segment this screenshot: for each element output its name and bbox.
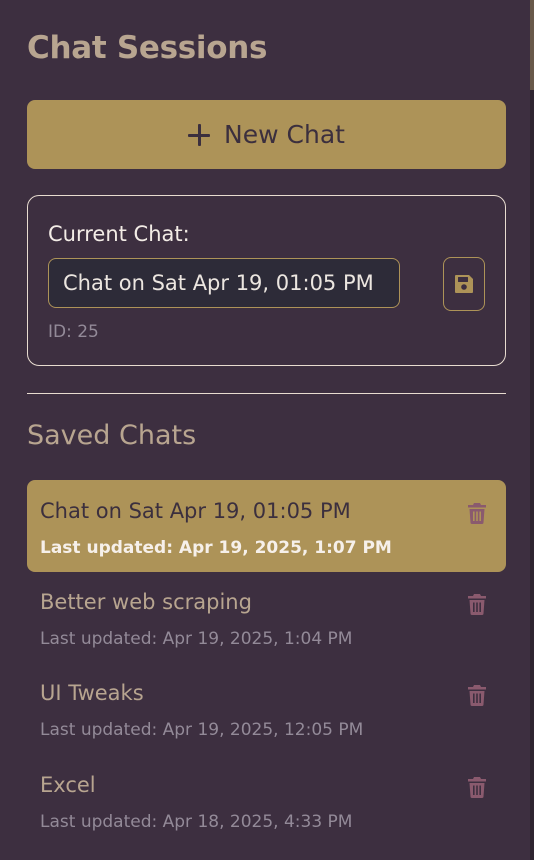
chat-item-updated: Last updated: Apr 18, 2025, 4:33 PM bbox=[40, 812, 353, 832]
trash-icon bbox=[468, 776, 486, 798]
chat-sessions-sidebar: Chat Sessions New Chat Current Chat: ID:… bbox=[0, 0, 530, 860]
trash-icon bbox=[468, 684, 486, 706]
save-chat-button[interactable] bbox=[443, 257, 485, 311]
saved-chat-item[interactable]: Better web scraping Last updated: Apr 19… bbox=[27, 571, 506, 663]
scrollbar-thumb[interactable] bbox=[530, 0, 534, 90]
chat-item-name: Excel bbox=[40, 773, 96, 797]
chat-id-label: ID: 25 bbox=[48, 322, 99, 342]
chat-item-name: UI Tweaks bbox=[40, 681, 144, 705]
current-chat-label: Current Chat: bbox=[48, 222, 190, 246]
current-chat-panel: Current Chat: ID: 25 bbox=[27, 195, 506, 366]
trash-icon bbox=[468, 593, 486, 615]
trash-icon bbox=[468, 502, 486, 524]
chat-item-updated: Last updated: Apr 19, 2025, 1:04 PM bbox=[40, 629, 353, 649]
chat-name-input[interactable] bbox=[48, 258, 400, 308]
new-chat-button[interactable]: New Chat bbox=[27, 100, 506, 169]
chat-item-name: Chat on Sat Apr 19, 01:05 PM bbox=[40, 499, 351, 523]
chat-item-updated: Last updated: Apr 19, 2025, 12:05 PM bbox=[40, 720, 364, 740]
chat-item-name: Better web scraping bbox=[40, 590, 252, 614]
save-icon bbox=[455, 275, 473, 293]
delete-chat-button[interactable] bbox=[467, 502, 487, 524]
plus-icon bbox=[188, 123, 211, 146]
delete-chat-button[interactable] bbox=[467, 593, 487, 615]
saved-chats-heading: Saved Chats bbox=[27, 420, 197, 451]
sidebar-title: Chat Sessions bbox=[27, 30, 268, 66]
chat-item-updated: Last updated: Apr 19, 2025, 1:07 PM bbox=[40, 538, 392, 558]
delete-chat-button[interactable] bbox=[467, 776, 487, 798]
divider bbox=[27, 393, 506, 394]
saved-chat-item[interactable]: Excel Last updated: Apr 18, 2025, 4:33 P… bbox=[27, 754, 506, 846]
delete-chat-button[interactable] bbox=[467, 684, 487, 706]
saved-chat-item[interactable]: Chat on Sat Apr 19, 01:05 PM Last update… bbox=[27, 480, 506, 572]
saved-chat-item[interactable]: UI Tweaks Last updated: Apr 19, 2025, 12… bbox=[27, 662, 506, 754]
scrollbar[interactable] bbox=[530, 0, 534, 860]
new-chat-label: New Chat bbox=[224, 120, 345, 149]
